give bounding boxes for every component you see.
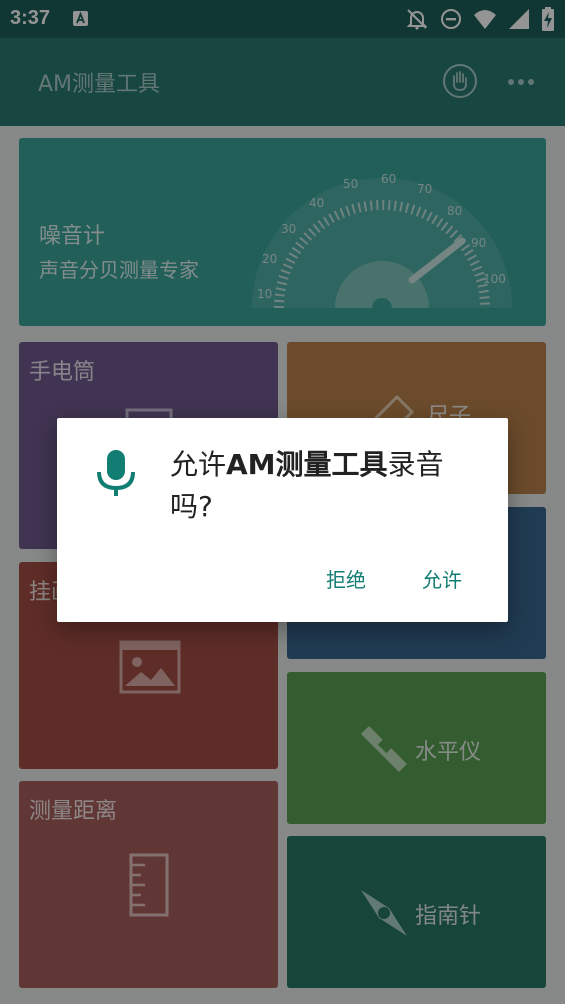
dialog-app-name: AM测量工具 <box>226 448 388 481</box>
allow-button[interactable]: 允许 <box>412 560 472 597</box>
microphone-icon <box>97 450 135 496</box>
deny-button[interactable]: 拒绝 <box>316 560 376 597</box>
record-permission-dialog: 允许AM测量工具录音吗? 拒绝 允许 <box>57 418 508 622</box>
dialog-buttons: 拒绝 允许 <box>316 560 472 597</box>
dialog-message: 允许AM测量工具录音吗? <box>170 444 480 528</box>
dialog-message-prefix: 允许 <box>170 448 227 481</box>
